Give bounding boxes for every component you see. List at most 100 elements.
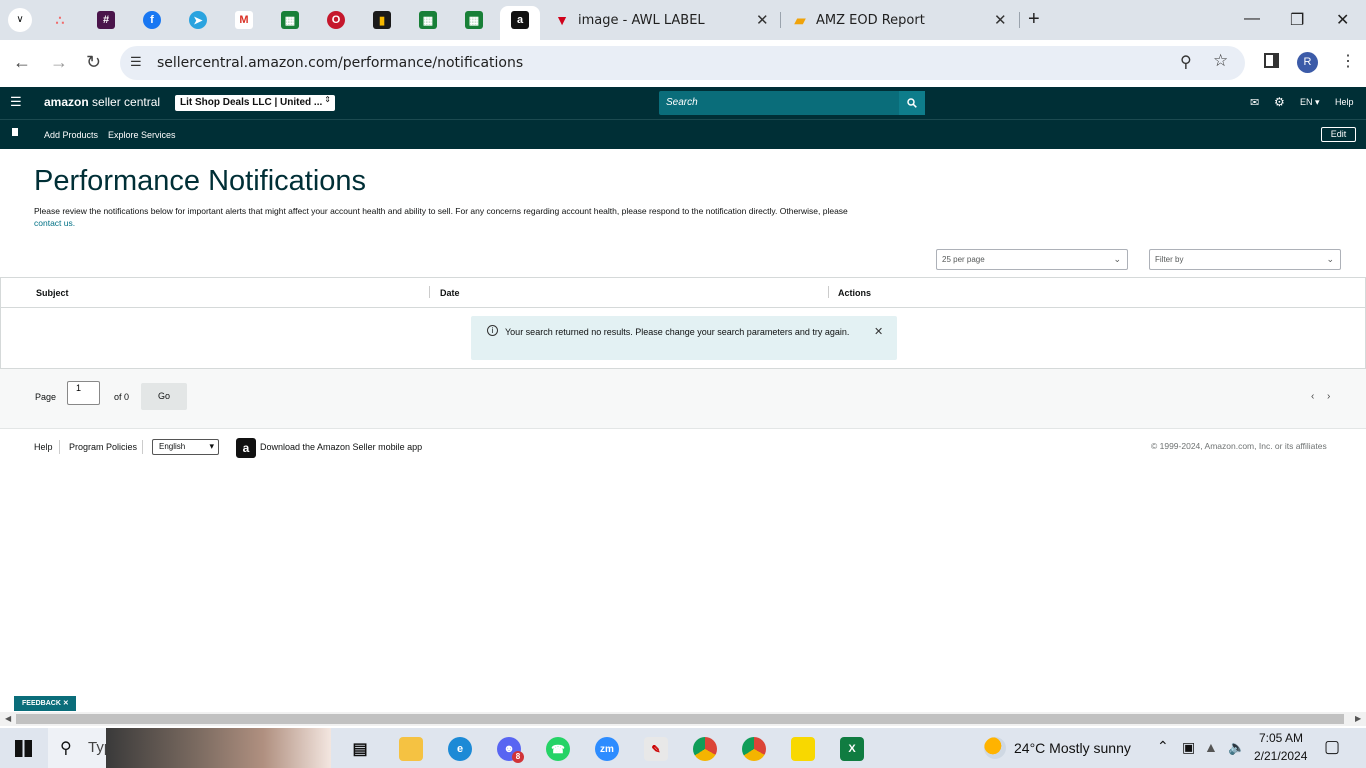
- next-page-icon[interactable]: ›: [1327, 391, 1330, 402]
- edge-icon[interactable]: e: [448, 737, 472, 761]
- seller-central-logo[interactable]: amazon seller central: [44, 95, 160, 109]
- weather-text[interactable]: 24°C Mostly sunny: [1014, 740, 1131, 756]
- filter-placeholder: Filter by: [1155, 255, 1184, 264]
- chevron-down-icon: ⌄: [1113, 254, 1121, 264]
- webcam-overlay-image: [106, 728, 331, 768]
- reload-icon[interactable]: ↻: [86, 52, 101, 73]
- forward-icon[interactable]: →: [50, 52, 68, 73]
- tab-title-eod-report[interactable]: AMZ EOD Report: [816, 13, 925, 28]
- tab-separator: [780, 12, 781, 28]
- per-page-select[interactable]: 25 per page ⌄: [936, 249, 1128, 270]
- nav-explore-services[interactable]: Explore Services: [108, 130, 176, 140]
- side-panel-icon[interactable]: [1264, 53, 1279, 68]
- discord-icon[interactable]: ☻ 8: [497, 737, 524, 763]
- settings-gear-icon[interactable]: ⚙: [1274, 95, 1285, 109]
- sheets-tab-icon[interactable]: ▦: [281, 11, 299, 29]
- prev-page-icon[interactable]: ‹: [1311, 391, 1314, 402]
- sheets-tab-icon-2[interactable]: ▦: [419, 11, 437, 29]
- url-text[interactable]: sellercentral.amazon.com/performance/not…: [157, 55, 523, 71]
- bookmark-icon[interactable]: [12, 128, 18, 136]
- sticky-notes-icon[interactable]: [791, 737, 815, 761]
- awl-label-tab-icon: ▼: [555, 12, 569, 28]
- search-box[interactable]: Search: [659, 91, 925, 115]
- amazon-app-icon[interactable]: a: [236, 438, 256, 458]
- footer-divider: [59, 440, 60, 454]
- close-alert-icon[interactable]: ✕: [874, 325, 883, 338]
- notifications-icon[interactable]: ▢: [1324, 737, 1340, 757]
- search-input[interactable]: Search: [666, 97, 698, 108]
- whatsapp-icon[interactable]: ☎: [546, 737, 570, 761]
- go-button[interactable]: Go: [141, 383, 187, 410]
- telegram-tab-icon[interactable]: ➤: [189, 11, 207, 29]
- excel-icon[interactable]: X: [840, 737, 864, 761]
- hamburger-menu-icon[interactable]: ☰: [10, 94, 22, 110]
- profile-avatar[interactable]: R: [1297, 52, 1318, 73]
- column-divider: [828, 286, 829, 298]
- address-bar-row: ← → ↻ ☰ sellercentral.amazon.com/perform…: [0, 40, 1366, 86]
- feedback-button[interactable]: FEEDBACK ✕: [14, 696, 76, 711]
- page-number-input[interactable]: [67, 381, 100, 405]
- taskbar-search-box[interactable]: ⚲ Typ: [48, 728, 112, 768]
- footer-divider: [142, 440, 143, 454]
- horizontal-scrollbar[interactable]: ◀ ▶: [0, 712, 1366, 726]
- footer-language-select[interactable]: English ▾: [152, 439, 219, 455]
- tab-close-icon[interactable]: ✕: [756, 11, 769, 29]
- clock-date[interactable]: 2/21/2024: [1254, 749, 1307, 763]
- chrome-icon[interactable]: [693, 737, 717, 761]
- mobile-app-link[interactable]: Download the Amazon Seller mobile app: [260, 442, 422, 452]
- per-page-value: 25 per page: [942, 255, 985, 264]
- mail-icon[interactable]: ✉: [1250, 96, 1259, 109]
- footer-help-link[interactable]: Help: [34, 442, 53, 452]
- sheets-tab-icon-3[interactable]: ▦: [465, 11, 483, 29]
- search-button[interactable]: [899, 91, 925, 115]
- scroll-left-icon[interactable]: ◀: [5, 714, 11, 723]
- nav-add-products[interactable]: Add Products: [44, 130, 98, 140]
- zoom-icon[interactable]: zm: [595, 737, 619, 761]
- zoom-icon[interactable]: ⚲: [1180, 52, 1192, 72]
- column-subject[interactable]: Subject: [36, 288, 69, 298]
- column-date[interactable]: Date: [440, 288, 460, 298]
- active-tab-amazon[interactable]: a: [500, 6, 540, 40]
- volume-icon[interactable]: 🔈: [1228, 739, 1245, 756]
- stats-tab-icon[interactable]: ▮: [373, 11, 391, 29]
- weather-icon[interactable]: [984, 737, 1006, 759]
- tab-title-awl-label[interactable]: image - AWL LABEL: [578, 13, 705, 28]
- scroll-right-icon[interactable]: ▶: [1355, 714, 1361, 723]
- back-icon[interactable]: ←: [13, 52, 31, 73]
- omnibox[interactable]: ☰ sellercentral.amazon.com/performance/n…: [120, 46, 1245, 80]
- meet-now-icon[interactable]: ▣: [1182, 739, 1195, 756]
- browser-menu-icon[interactable]: ⋮: [1340, 51, 1356, 71]
- paint-icon[interactable]: ✎: [644, 737, 668, 761]
- eod-report-tab-icon: ▰: [794, 11, 806, 28]
- windows-start-icon[interactable]: [15, 740, 32, 757]
- file-explorer-icon[interactable]: [399, 737, 423, 761]
- gmail-tab-icon[interactable]: M: [235, 11, 253, 29]
- chevron-up-icon[interactable]: ⌃: [1157, 738, 1169, 755]
- new-tab-icon[interactable]: +: [1028, 8, 1040, 31]
- tab-close-icon[interactable]: ✕: [994, 11, 1007, 29]
- scrollbar-thumb[interactable]: [16, 714, 1344, 724]
- minimize-icon[interactable]: —: [1244, 10, 1260, 28]
- edit-nav-button[interactable]: Edit: [1321, 127, 1356, 142]
- clock-time[interactable]: 7:05 AM: [1259, 731, 1303, 745]
- discord-badge: 8: [512, 751, 524, 763]
- facebook-tab-icon[interactable]: f: [143, 11, 161, 29]
- language-selector[interactable]: EN ▾: [1300, 97, 1320, 108]
- network-icon[interactable]: ▲: [1204, 739, 1218, 755]
- copyright: © 1999-2024, Amazon.com, Inc. or its aff…: [1151, 441, 1327, 451]
- chrome-profile-icon[interactable]: [742, 737, 766, 761]
- contact-us-link[interactable]: contact us.: [34, 218, 75, 228]
- opera-tab-icon[interactable]: O: [327, 11, 345, 29]
- site-settings-icon[interactable]: ☰: [130, 54, 142, 70]
- bookmark-star-icon[interactable]: ☆: [1213, 51, 1228, 71]
- task-view-icon[interactable]: ▤: [348, 737, 372, 761]
- asana-tab-icon[interactable]: ∴: [51, 11, 69, 29]
- close-window-icon[interactable]: ✕: [1336, 10, 1349, 30]
- tab-search-icon[interactable]: ∨: [8, 8, 32, 32]
- slack-tab-icon[interactable]: #: [97, 11, 115, 29]
- filter-select[interactable]: Filter by ⌄: [1149, 249, 1341, 270]
- account-selector[interactable]: Lit Shop Deals LLC | United ... ⇕: [175, 95, 335, 111]
- footer-program-policies-link[interactable]: Program Policies: [69, 442, 137, 452]
- help-link[interactable]: Help: [1335, 97, 1354, 107]
- restore-icon[interactable]: ❐: [1290, 10, 1304, 30]
